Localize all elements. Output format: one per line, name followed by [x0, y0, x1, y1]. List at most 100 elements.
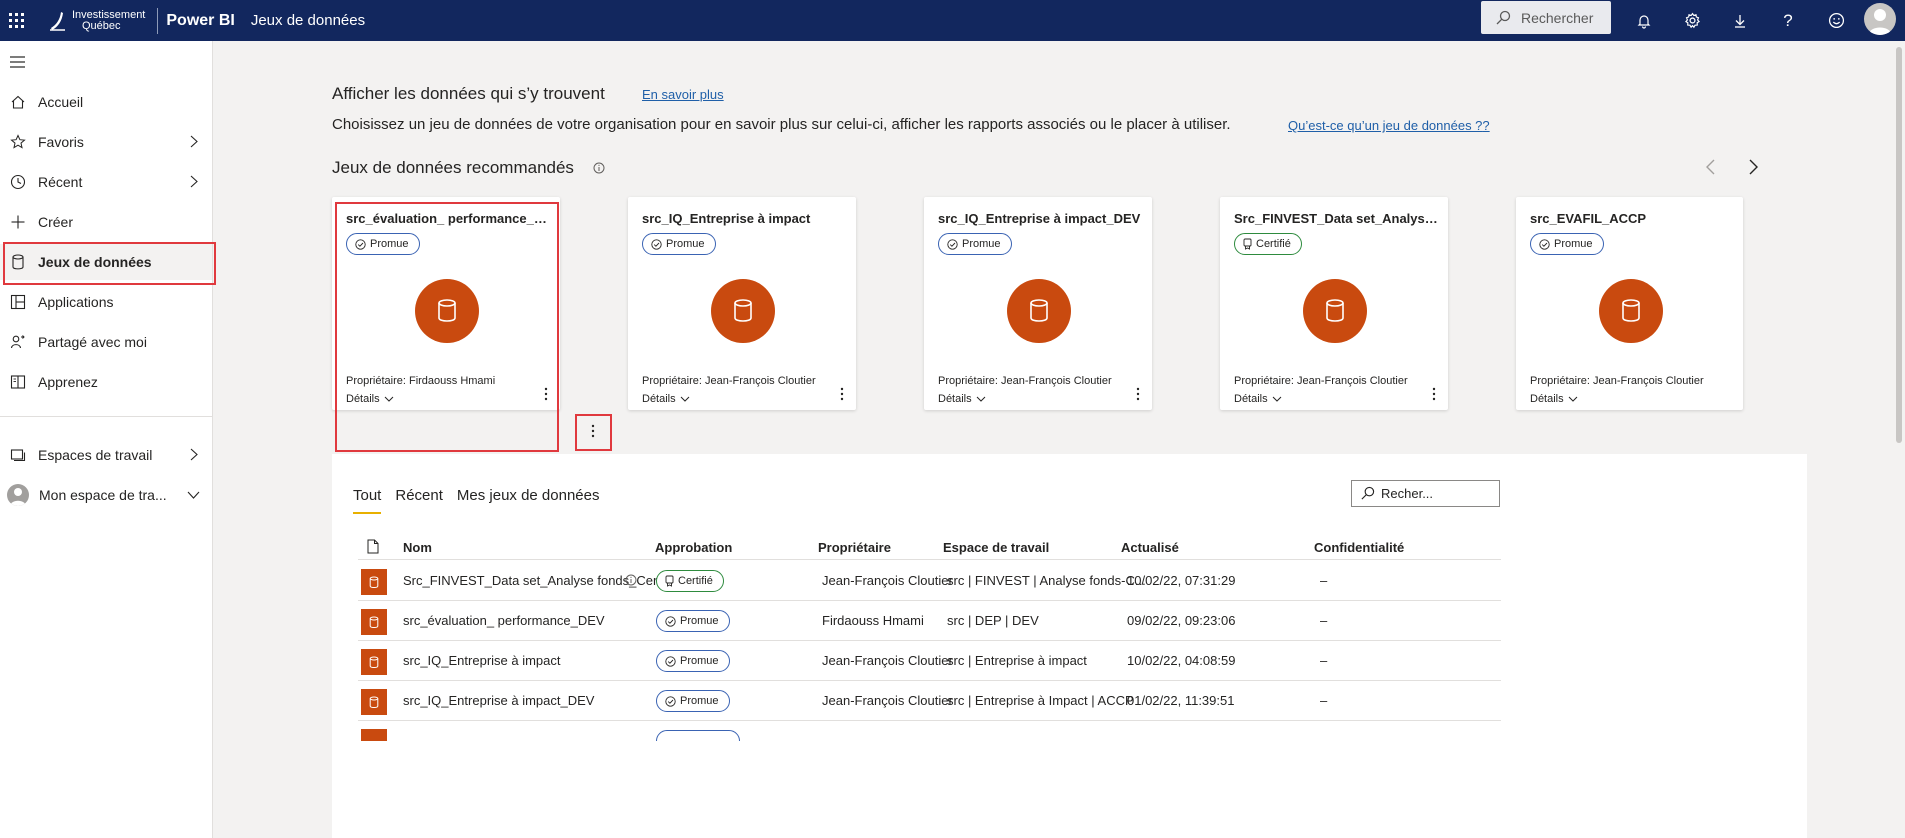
recommended-title: Jeux de données recommandés: [332, 158, 574, 177]
help-button[interactable]: ?: [1764, 0, 1812, 41]
row-workspace[interactable]: src | DEP | DEV: [947, 613, 1039, 628]
badge-label: Promue: [1554, 238, 1593, 250]
sidebar-item-accueil[interactable]: Accueil: [0, 84, 212, 120]
certified-badge: Certifié: [1234, 233, 1302, 255]
what-is-dataset-link-text: Qu’est-ce qu’un jeu de données ?: [1288, 118, 1483, 133]
table-row[interactable]: src_IQ_Entreprise à impact Promue Jean-F…: [358, 641, 1501, 681]
row-name[interactable]: src_IQ_Entreprise à impact_DEV: [403, 693, 594, 708]
dataset-card[interactable]: src_EVAFIL_ACCP Promue Propriétaire: Jea…: [1516, 197, 1743, 410]
org-logo[interactable]: Investissement Québec: [48, 0, 153, 41]
table-row[interactable]: Src_FINVEST_Data set_Analyse fonds_Cer..…: [358, 561, 1501, 601]
app-launcher-button[interactable]: [0, 0, 32, 41]
feedback-button[interactable]: [1812, 0, 1860, 41]
info-icon[interactable]: [625, 574, 637, 586]
promoted-badge: Promue: [1530, 233, 1604, 255]
more-options-icon[interactable]: [591, 424, 595, 438]
shared-icon: [10, 335, 25, 349]
card-title[interactable]: Src_FINVEST_Data set_Analyse fonds_…: [1234, 211, 1439, 226]
learn-more-link[interactable]: En savoir plus: [642, 87, 724, 102]
chevron-down-icon: [187, 491, 200, 499]
card-title[interactable]: src_IQ_Entreprise à impact: [642, 211, 847, 226]
row-owner: Jean-François Cloutier: [822, 573, 953, 588]
sidebar-item-apprenez[interactable]: Apprenez: [0, 364, 212, 400]
sidebar-item-jeux-de-donnees[interactable]: Jeux de données: [0, 244, 212, 280]
list-search-input[interactable]: Recher...: [1351, 480, 1500, 507]
card-details-toggle[interactable]: Détails: [1234, 393, 1282, 405]
dataset-card[interactable]: src_évaluation_ performance_DEV Promue P…: [332, 197, 560, 410]
column-header-espace[interactable]: Espace de travail: [943, 540, 1049, 555]
sidebar-item-favoris[interactable]: Favoris: [0, 124, 212, 160]
card-details-toggle[interactable]: Détails: [346, 393, 394, 405]
table-row[interactable]: src_IQ_Entreprise à impact_DEV Promue Je…: [358, 681, 1501, 721]
check-circle-icon: [947, 238, 958, 250]
sidebar-item-espaces-de-travail[interactable]: Espaces de travail: [0, 437, 212, 473]
check-circle-icon: [665, 655, 676, 667]
dataset-card[interactable]: src_IQ_Entreprise à impact Promue Propri…: [628, 197, 856, 410]
card-details-toggle[interactable]: Détails: [642, 393, 690, 405]
notifications-button[interactable]: [1620, 0, 1668, 41]
more-options-icon[interactable]: [1432, 387, 1436, 401]
column-header-approbation[interactable]: Approbation: [655, 540, 732, 555]
tab-mes-jeux[interactable]: Mes jeux de données: [457, 487, 600, 514]
nav-toggle-button[interactable]: [10, 55, 26, 73]
row-workspace[interactable]: src | Entreprise à Impact | ACCP: [947, 693, 1134, 708]
user-icon: [1868, 9, 1892, 35]
scrollbar-thumb[interactable]: [1896, 47, 1902, 443]
row-sensitivity: –: [1320, 573, 1328, 588]
org-name-line1: Investissement: [72, 8, 146, 21]
sidebar-item-label: Favoris: [38, 134, 84, 150]
promoted-badge: Promue: [656, 690, 730, 712]
what-is-dataset-link-suffix: ?: [1482, 118, 1490, 133]
row-workspace[interactable]: src | FINVEST | Analyse fonds-C...: [947, 573, 1146, 588]
card-title[interactable]: src_IQ_Entreprise à impact_DEV: [938, 211, 1143, 226]
row-workspace[interactable]: src | Entreprise à impact: [947, 653, 1087, 668]
badge-label: Promue: [962, 238, 1001, 250]
dataset-card[interactable]: src_IQ_Entreprise à impact_DEV Promue Pr…: [924, 197, 1152, 410]
carousel-prev-icon[interactable]: [1704, 158, 1718, 176]
card-title[interactable]: src_EVAFIL_ACCP: [1530, 211, 1735, 226]
more-options-icon[interactable]: [1136, 387, 1140, 401]
brand-label[interactable]: Power BI: [166, 12, 234, 30]
sidebar-item-applications[interactable]: Applications: [0, 284, 212, 320]
tab-recent[interactable]: Récent: [395, 487, 443, 514]
table-row[interactable]: src_évaluation_ performance_DEV Promue F…: [358, 601, 1501, 641]
badge-label: Promue: [680, 695, 719, 707]
card-owner: Propriétaire: Jean-François Cloutier: [642, 375, 816, 387]
tab-tout[interactable]: Tout: [353, 487, 382, 514]
more-options-icon[interactable]: [544, 387, 548, 401]
column-header-actualise[interactable]: Actualisé: [1121, 540, 1179, 555]
column-header-proprietaire[interactable]: Propriétaire: [818, 540, 891, 555]
main-content: Afficher les données qui s’y trouvent En…: [214, 41, 1905, 838]
sidebar-item-recent[interactable]: Récent: [0, 164, 212, 200]
chevron-down-icon: [1272, 396, 1281, 402]
download-button[interactable]: [1716, 0, 1764, 41]
column-header-confidentialite[interactable]: Confidentialité: [1314, 540, 1404, 555]
certified-badge: Certifié: [656, 570, 724, 592]
clock-icon: [10, 174, 26, 190]
more-options-icon[interactable]: [840, 387, 844, 401]
card-details-toggle[interactable]: Détails: [938, 393, 986, 405]
dataset-icon: [1622, 299, 1640, 322]
user-avatar-icon: [7, 484, 29, 506]
row-name[interactable]: src_IQ_Entreprise à impact: [403, 653, 561, 668]
card-title[interactable]: src_évaluation_ performance_DEV: [346, 211, 551, 226]
global-search-button[interactable]: Rechercher: [1481, 1, 1611, 34]
org-name: Investissement Québec: [72, 8, 146, 32]
sidebar-item-partage[interactable]: Partagé avec moi: [0, 324, 212, 360]
dataset-card[interactable]: Src_FINVEST_Data set_Analyse fonds_… Cer…: [1220, 197, 1448, 410]
settings-button[interactable]: [1668, 0, 1716, 41]
dataset-row-icon: [361, 689, 387, 715]
list-tabs: Tout Récent Mes jeux de données: [353, 487, 614, 514]
topbar-actions: ?: [1620, 0, 1860, 41]
account-avatar[interactable]: [1864, 3, 1896, 35]
carousel-next-icon[interactable]: [1746, 158, 1760, 176]
card-details-toggle[interactable]: Détails: [1530, 393, 1578, 405]
info-icon[interactable]: [593, 162, 605, 174]
row-name[interactable]: src_évaluation_ performance_DEV: [403, 613, 605, 628]
sidebar-item-creer[interactable]: Créer: [0, 204, 212, 240]
sidebar-item-mon-espace[interactable]: Mon espace de tra...: [0, 477, 212, 513]
column-header-nom[interactable]: Nom: [403, 540, 432, 555]
what-is-dataset-link[interactable]: Qu’est-ce qu’un jeu de données ??: [1288, 118, 1490, 133]
page-scrollbar[interactable]: [1893, 41, 1905, 838]
top-bar: Investissement Québec Power BI Jeux de d…: [0, 0, 1905, 41]
